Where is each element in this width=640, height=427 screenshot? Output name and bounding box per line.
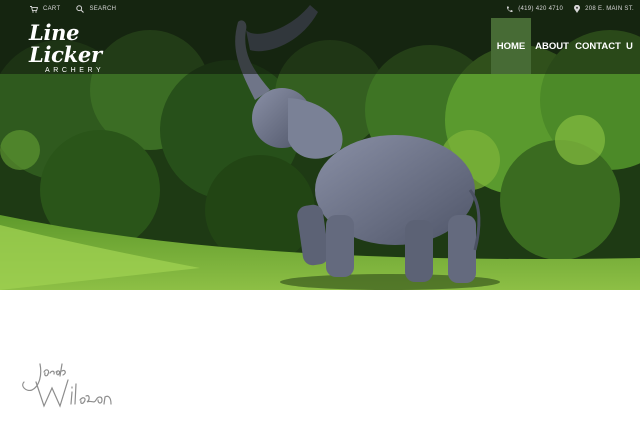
nav-item-label: HOME [496, 40, 526, 52]
address: 208 E. MAIN ST. [574, 5, 634, 13]
search-icon [76, 5, 85, 13]
cart-icon [30, 5, 38, 13]
utility-links: CART SEARCH [30, 3, 126, 15]
nav-item-label: U [626, 40, 633, 52]
nav-item-contact[interactable]: CONTACT [573, 18, 623, 74]
main-nav: HOME ABOUT CONTACT U [491, 18, 640, 74]
address-label: 208 E. MAIN ST. [585, 6, 634, 12]
phone-icon [507, 6, 513, 12]
site-header: CART SEARCH (419) 420 4710 208 E. MAIN S… [0, 0, 640, 74]
site-logo[interactable]: Line Licker ARCHERY [29, 20, 139, 75]
phone-label: (419) 420 4710 [518, 6, 564, 12]
contact-info: (419) 420 4710 208 E. MAIN ST. [506, 3, 640, 15]
search-label: SEARCH [89, 6, 117, 12]
nav-item-about[interactable]: ABOUT [531, 18, 573, 74]
location-pin-icon [574, 5, 581, 13]
jacob-wilson-signature [22, 363, 112, 408]
nav-item-truncated[interactable]: U [623, 18, 640, 74]
nav-item-home[interactable]: HOME [491, 18, 531, 74]
nav-item-label: CONTACT [575, 40, 621, 52]
search-link[interactable]: SEARCH [76, 5, 116, 13]
phone-number: (419) 420 4710 [506, 6, 563, 13]
nav-item-label: ABOUT [535, 40, 569, 52]
logo-sub-text: ARCHERY [45, 67, 105, 74]
cart-link[interactable]: CART [30, 5, 61, 13]
logo-main-text: Line Licker [29, 20, 102, 67]
cart-label: CART [43, 6, 61, 12]
